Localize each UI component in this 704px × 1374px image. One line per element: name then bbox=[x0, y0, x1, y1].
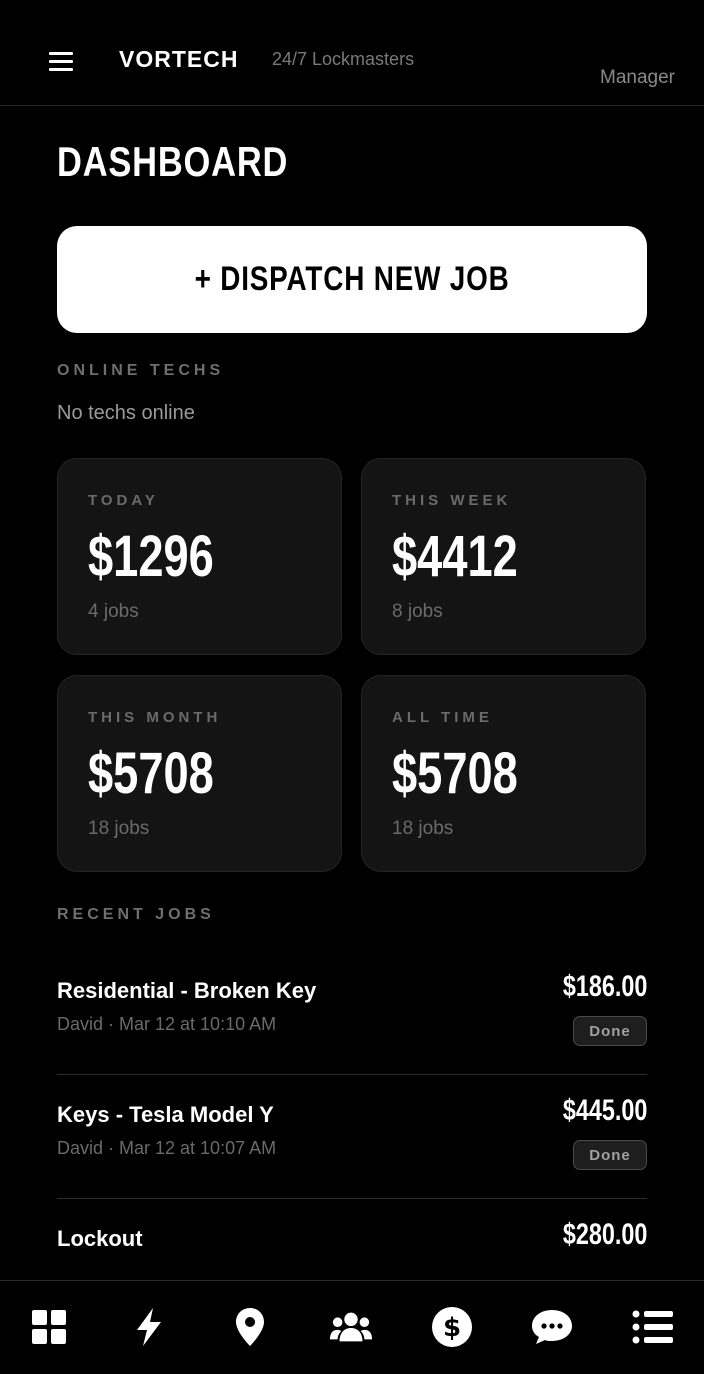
svg-text:$: $ bbox=[443, 1313, 461, 1343]
users-icon bbox=[329, 1312, 373, 1342]
stat-label: THIS WEEK bbox=[392, 492, 512, 509]
chat-icon bbox=[532, 1310, 572, 1344]
stat-jobs-count: 18 jobs bbox=[392, 818, 454, 839]
job-title: Keys - Tesla Model Y bbox=[57, 1102, 274, 1127]
nav-dashboard[interactable] bbox=[27, 1305, 71, 1349]
stat-card-this-month[interactable]: THIS MONTH $5708 18 jobs bbox=[57, 675, 342, 872]
brand-tagline: 24/7 Lockmasters bbox=[272, 49, 415, 69]
map-pin-icon bbox=[236, 1308, 264, 1346]
nav-more[interactable] bbox=[631, 1305, 675, 1349]
stat-amount: $1296 bbox=[88, 524, 214, 589]
status-badge: Done bbox=[573, 1016, 647, 1046]
stat-label: THIS MONTH bbox=[88, 709, 222, 726]
dispatch-new-job-label: + DISPATCH NEW JOB bbox=[194, 260, 510, 298]
list-icon bbox=[632, 1310, 673, 1344]
dollar-icon: $ bbox=[432, 1307, 472, 1347]
nav-team[interactable] bbox=[329, 1305, 373, 1349]
job-title: Residential - Broken Key bbox=[57, 978, 317, 1003]
job-row[interactable]: Keys - Tesla Model Y David · Mar 12 at 1… bbox=[57, 1074, 647, 1199]
top-bar: VORTECH 24/7 Lockmasters Manager bbox=[0, 0, 704, 106]
stat-jobs-count: 8 jobs bbox=[392, 601, 443, 622]
status-badge: Done bbox=[573, 1140, 647, 1170]
nav-dispatch[interactable] bbox=[127, 1305, 171, 1349]
job-meta: David · Mar 12 at 10:07 AM bbox=[57, 1138, 277, 1158]
user-role[interactable]: Manager bbox=[600, 67, 675, 89]
job-amount: $280.00 bbox=[562, 1218, 647, 1251]
stat-card-all-time[interactable]: ALL TIME $5708 18 jobs bbox=[361, 675, 646, 872]
recent-jobs-label: RECENT JOBS bbox=[57, 906, 215, 923]
job-amount: $186.00 bbox=[562, 970, 647, 1003]
dispatch-new-job-button[interactable]: + DISPATCH NEW JOB bbox=[57, 226, 647, 333]
stat-jobs-count: 4 jobs bbox=[88, 601, 139, 622]
stat-amount: $5708 bbox=[392, 741, 518, 806]
stat-label: TODAY bbox=[88, 492, 159, 509]
stat-card-today[interactable]: TODAY $1296 4 jobs bbox=[57, 458, 342, 655]
nav-payments[interactable]: $ bbox=[430, 1305, 474, 1349]
hamburger-menu-icon[interactable] bbox=[49, 52, 73, 72]
stat-card-this-week[interactable]: THIS WEEK $4412 8 jobs bbox=[361, 458, 646, 655]
brand-logo: VORTECH bbox=[119, 46, 239, 72]
page-title: DASHBOARD bbox=[57, 138, 289, 185]
online-techs-empty: No techs online bbox=[57, 402, 195, 424]
online-techs-label: ONLINE TECHS bbox=[57, 362, 225, 379]
stat-jobs-count: 18 jobs bbox=[88, 818, 150, 839]
stat-amount: $5708 bbox=[88, 741, 214, 806]
stat-amount: $4412 bbox=[392, 524, 518, 589]
lightning-icon bbox=[137, 1308, 161, 1346]
job-amount: $445.00 bbox=[562, 1094, 647, 1127]
nav-messages[interactable] bbox=[530, 1305, 574, 1349]
nav-map[interactable] bbox=[228, 1305, 272, 1349]
job-row[interactable]: Residential - Broken Key David · Mar 12 … bbox=[57, 950, 647, 1075]
job-title: Lockout bbox=[57, 1226, 143, 1251]
grid-icon bbox=[32, 1310, 66, 1344]
stat-label: ALL TIME bbox=[392, 709, 493, 726]
bottom-nav: $ bbox=[0, 1280, 704, 1374]
job-meta: David · Mar 12 at 10:10 AM bbox=[57, 1014, 277, 1034]
